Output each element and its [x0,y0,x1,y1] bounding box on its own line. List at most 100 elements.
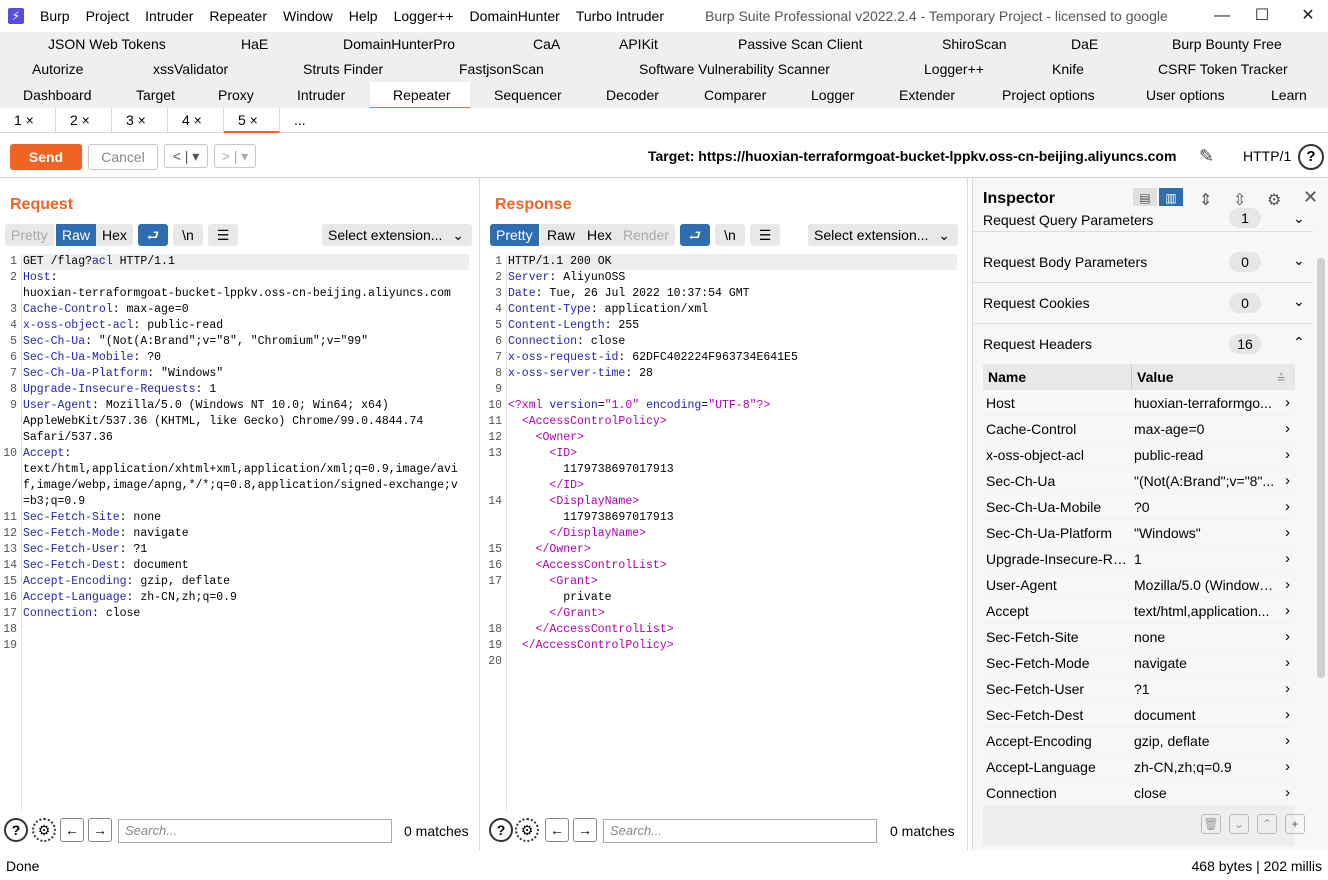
chevron-right-icon[interactable]: › [1285,654,1290,671]
help-icon[interactable]: ? [4,818,28,842]
section-query-params[interactable]: Request Query Parameters 1 ⌄ [973,206,1313,232]
help-icon[interactable]: ? [1298,144,1324,170]
tab-hae[interactable]: HaE [241,36,268,52]
tab-dashboard[interactable]: Dashboard [23,87,92,103]
tab-comparer[interactable]: Comparer [704,87,766,103]
chevron-right-icon[interactable]: › [1285,784,1290,801]
chevron-right-icon[interactable]: › [1285,498,1290,515]
tab-struts-finder[interactable]: Struts Finder [303,61,383,77]
tab-software-vulnerability-scanner[interactable]: Software Vulnerability Scanner [639,61,830,77]
tab-sequencer[interactable]: Sequencer [494,87,562,103]
minimize-icon[interactable]: — [1212,6,1232,26]
show-newlines-button[interactable]: \n [715,224,745,246]
tab-caa[interactable]: CaA [533,36,560,52]
repeater-tab-2[interactable]: 2 × [56,108,112,133]
chevron-right-icon[interactable]: › [1285,628,1290,645]
table-row[interactable]: Cache-Control max-age=0 › [983,416,1295,442]
menu-help[interactable]: Help [349,8,378,24]
tab-logger[interactable]: Logger [811,87,855,103]
arrow-left-icon[interactable]: ← [545,818,569,842]
request-extension-select[interactable]: Select extension... ⌄ [322,224,472,246]
chevron-right-icon[interactable]: › [1285,758,1290,775]
table-row[interactable]: Sec-Ch-Ua-Mobile ?0 › [983,494,1295,520]
table-row[interactable]: Connection close › [983,780,1295,806]
menu-repeater[interactable]: Repeater [209,8,267,24]
menu-window[interactable]: Window [283,8,333,24]
request-hex-tab[interactable]: Hex [96,224,133,246]
response-extension-select[interactable]: Select extension... ⌄ [808,224,958,246]
chevron-right-icon[interactable]: › [1285,706,1290,723]
table-row[interactable]: Accept text/html,application... › [983,598,1295,624]
repeater-tab-1[interactable]: 1 × [0,108,56,133]
tab-knife[interactable]: Knife [1052,61,1084,77]
table-row[interactable]: User-Agent Mozilla/5.0 (Windows... › [983,572,1295,598]
menu-turbo-intruder[interactable]: Turbo Intruder [576,8,664,24]
repeater-tab-4[interactable]: 4 × [168,108,224,133]
trash-icon[interactable]: 🗑 [1201,814,1221,834]
tab-domainhunterpro[interactable]: DomainHunterPro [343,36,455,52]
tab-autorize[interactable]: Autorize [32,61,83,77]
arrow-left-icon[interactable]: ← [60,818,84,842]
menu-intruder[interactable]: Intruder [145,8,193,24]
response-editor[interactable]: 1 2 3 4 5 6 7 8 9 10 11 12 13 14 15 16 17 18 19 20 HTTP/1.1… [485,254,967,810]
table-row[interactable]: Host huoxian-terraformgo... › [983,390,1295,416]
table-row[interactable]: x-oss-object-acl public-read › [983,442,1295,468]
response-render-tab[interactable]: Render [617,224,675,246]
filter-icon[interactable]: ⩮ [1277,369,1285,386]
inspector-layout-icon[interactable]: ▤ [1133,188,1157,208]
chevron-right-icon[interactable]: › [1285,420,1290,437]
tab-apikit[interactable]: APIKit [619,36,658,52]
response-raw-tab[interactable]: Raw [541,224,582,246]
tab-dae[interactable]: DaE [1071,36,1098,52]
tab-shiroscan[interactable]: ShiroScan [942,36,1007,52]
tab-repeater[interactable]: Repeater [393,87,451,103]
table-row[interactable]: Sec-Fetch-Mode navigate › [983,650,1295,676]
arrow-right-icon[interactable]: → [573,818,597,842]
table-row[interactable]: Sec-Ch-Ua-Platform "Windows" › [983,520,1295,546]
table-row[interactable]: Accept-Language zh-CN,zh;q=0.9 › [983,754,1295,780]
request-search-input[interactable]: Search... [118,819,392,843]
repeater-tab-more[interactable]: ... [280,108,336,133]
tab-decoder[interactable]: Decoder [606,87,659,103]
request-pretty-tab[interactable]: Pretty [5,224,54,246]
pencil-icon[interactable]: ✎ [1199,146,1214,167]
table-row[interactable]: Sec-Ch-Ua "(Not(A:Brand";v="8"... › [983,468,1295,494]
tab-learn[interactable]: Learn [1271,87,1307,103]
tab-burp-bounty-free[interactable]: Burp Bounty Free [1172,36,1282,52]
send-button[interactable]: Send [10,144,82,170]
chevron-right-icon[interactable]: › [1285,550,1290,567]
forward-history-button[interactable]: > | ▾ [214,144,256,168]
table-row[interactable]: Sec-Fetch-User ?1 › [983,676,1295,702]
wrap-lines-icon[interactable]: ⮐ [138,224,168,246]
table-row[interactable]: Accept-Encoding gzip, deflate › [983,728,1295,754]
tab-logger-plus[interactable]: Logger++ [924,61,984,77]
response-pretty-tab[interactable]: Pretty [490,224,539,246]
back-history-button[interactable]: < | ▾ [164,144,208,168]
maximize-icon[interactable]: ☐ [1252,6,1272,26]
column-name[interactable]: Name [988,369,1026,385]
menu-project[interactable]: Project [86,8,130,24]
chevron-right-icon[interactable]: › [1285,602,1290,619]
arrow-right-icon[interactable]: → [88,818,112,842]
chevron-right-icon[interactable]: › [1285,472,1290,489]
tab-fastjsonscan[interactable]: FastjsonScan [459,61,544,77]
chevron-right-icon[interactable]: › [1285,732,1290,749]
cancel-button[interactable]: Cancel [88,144,158,170]
tab-extender[interactable]: Extender [899,87,955,103]
chevron-right-icon[interactable]: › [1285,446,1290,463]
chevron-right-icon[interactable]: › [1285,680,1290,697]
response-search-input[interactable]: Search... [603,819,877,843]
inspector-dock-icon[interactable]: ▥ [1159,188,1183,208]
show-newlines-button[interactable]: \n [173,224,203,246]
chevron-right-icon[interactable]: › [1285,394,1290,411]
section-headers[interactable]: Request Headers 16 ⌃ [973,324,1313,365]
tab-user-options[interactable]: User options [1146,87,1225,103]
tab-passive-scan-client[interactable]: Passive Scan Client [738,36,863,52]
menu-icon[interactable]: ☰ [208,224,238,246]
menu-logger-plus[interactable]: Logger++ [394,8,454,24]
move-up-icon[interactable]: ⌃ [1257,814,1277,834]
wrap-lines-icon[interactable]: ⮐ [680,224,710,246]
tab-project-options[interactable]: Project options [1002,87,1095,103]
close-icon[interactable]: ✕ [1303,187,1318,208]
table-row[interactable]: Upgrade-Insecure-Re... 1 › [983,546,1295,572]
